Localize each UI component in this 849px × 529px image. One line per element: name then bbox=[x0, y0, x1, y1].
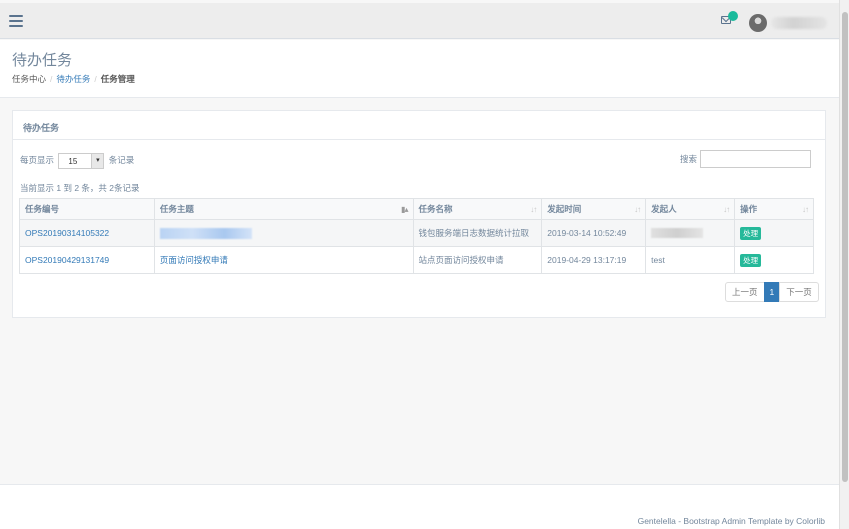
pending-tasks-panel: 待办任务 每页显示 15 ▾ 条记录 搜索 当前显示 1 到 2 条，共 2条记录… bbox=[12, 110, 826, 318]
task-subject-cell: 页面访问授权申请 bbox=[153, 246, 414, 274]
task-id-cell: OPS20190429131749 bbox=[19, 246, 155, 274]
breadcrumb: 任务中心 / 待办任务 / 任务管理 bbox=[12, 73, 135, 85]
task-subject-cell bbox=[153, 219, 414, 247]
process-button[interactable]: 处理 bbox=[740, 226, 762, 240]
action-cell: 处理 bbox=[734, 219, 814, 247]
user-name-redacted[interactable] bbox=[771, 17, 827, 29]
col-task-id[interactable]: 任务编号 bbox=[19, 198, 155, 220]
breadcrumb-separator: / bbox=[50, 74, 53, 84]
breadcrumb-item-pending[interactable]: 待办任务 bbox=[56, 74, 90, 84]
task-subject-link[interactable]: 页面访问授权申请 bbox=[160, 255, 228, 265]
length-suffix-label: 条记录 bbox=[108, 155, 135, 165]
sort-icon: ↓↑ bbox=[634, 205, 641, 214]
tasks-table: 任务编号 任务主题 ▮▴ 任务名称 ↓↑ 发起时间 ↓↑ 发起人 ↓↑ 操作 ↓↑ OPS… bbox=[19, 198, 814, 274]
table-row: OPS20190429131749 页面访问授权申请 站点页面访问授权申请 20… bbox=[19, 246, 814, 274]
search-label: 搜索 bbox=[680, 154, 698, 164]
sort-icon: ▮▴ bbox=[401, 205, 408, 214]
prev-page-button[interactable]: 上一页 bbox=[725, 282, 765, 302]
start-time-cell: 2019-03-14 10:52:49 bbox=[541, 219, 647, 247]
process-button[interactable]: 处理 bbox=[740, 253, 762, 267]
footer: Gentelella - Bootstrap Admin Template by… bbox=[0, 484, 839, 529]
footer-credit: Gentelella - Bootstrap Admin Template by… bbox=[637, 516, 825, 526]
task-id-cell: OPS20190314105322 bbox=[19, 219, 155, 247]
col-actions[interactable]: 操作 ↓↑ bbox=[734, 198, 814, 220]
col-initiator[interactable]: 发起人 ↓↑ bbox=[645, 198, 736, 220]
table-info: 当前显示 1 到 2 条，共 2条记录 bbox=[20, 183, 140, 193]
col-task-name[interactable]: 任务名称 ↓↑ bbox=[412, 198, 543, 220]
table-header-row: 任务编号 任务主题 ▮▴ 任务名称 ↓↑ 发起时间 ↓↑ 发起人 ↓↑ 操作 ↓↑ bbox=[19, 198, 814, 220]
breadcrumb-item-current: 任务管理 bbox=[100, 74, 135, 84]
task-subject-link-redacted[interactable] bbox=[159, 227, 252, 239]
panel-title: 待办任务 bbox=[23, 123, 60, 133]
search-control: 搜索 bbox=[680, 149, 811, 169]
table-row: OPS20190314105322 钱包服务端日志数据统计拉取 2019-03-… bbox=[19, 219, 814, 247]
task-name-cell: 钱包服务端日志数据统计拉取 bbox=[412, 219, 543, 247]
breadcrumb-separator: / bbox=[94, 74, 97, 84]
notification-badge bbox=[728, 11, 738, 21]
next-page-button[interactable]: 下一页 bbox=[779, 282, 819, 302]
page-title: 待办任务 bbox=[12, 52, 73, 69]
page-length-select[interactable]: 15 ▾ bbox=[58, 152, 105, 169]
scrollbar-thumb[interactable] bbox=[842, 12, 848, 482]
breadcrumb-item-task-center[interactable]: 任务中心 bbox=[12, 74, 46, 84]
task-id-link[interactable]: OPS20190429131749 bbox=[25, 255, 109, 265]
search-input[interactable] bbox=[700, 150, 811, 168]
page-length-value: 15 bbox=[68, 156, 78, 166]
sort-icon: ↓↑ bbox=[723, 205, 730, 214]
start-time-cell: 2019-04-29 13:17:19 bbox=[541, 246, 647, 274]
hamburger-menu-icon[interactable] bbox=[9, 15, 23, 27]
col-start-time[interactable]: 发起时间 ↓↑ bbox=[541, 198, 647, 220]
col-task-subject[interactable]: 任务主题 ▮▴ bbox=[153, 198, 414, 220]
sort-icon: ↓↑ bbox=[530, 205, 537, 214]
task-name-cell: 站点页面访问授权申请 bbox=[412, 246, 543, 274]
page-1-button[interactable]: 1 bbox=[763, 282, 781, 302]
task-id-link[interactable]: OPS20190314105322 bbox=[25, 228, 109, 238]
sort-icon: ↓↑ bbox=[802, 205, 809, 214]
avatar[interactable] bbox=[749, 14, 767, 32]
chevron-down-icon[interactable]: ▾ bbox=[91, 153, 104, 168]
initiator-redacted bbox=[651, 228, 704, 239]
panel-divider bbox=[13, 139, 825, 140]
length-prefix-label: 每页显示 bbox=[20, 155, 55, 165]
action-cell: 处理 bbox=[734, 246, 814, 274]
initiator-cell bbox=[645, 219, 736, 247]
page-length-control: 每页显示 15 ▾ 条记录 bbox=[20, 152, 135, 169]
page-header: 待办任务 任务中心 / 待办任务 / 任务管理 bbox=[0, 40, 839, 98]
top-navbar bbox=[0, 3, 839, 39]
initiator-cell: test bbox=[645, 246, 736, 274]
vertical-scrollbar[interactable] bbox=[839, 0, 849, 529]
pagination: 上一页 1 下一页 bbox=[725, 282, 819, 302]
